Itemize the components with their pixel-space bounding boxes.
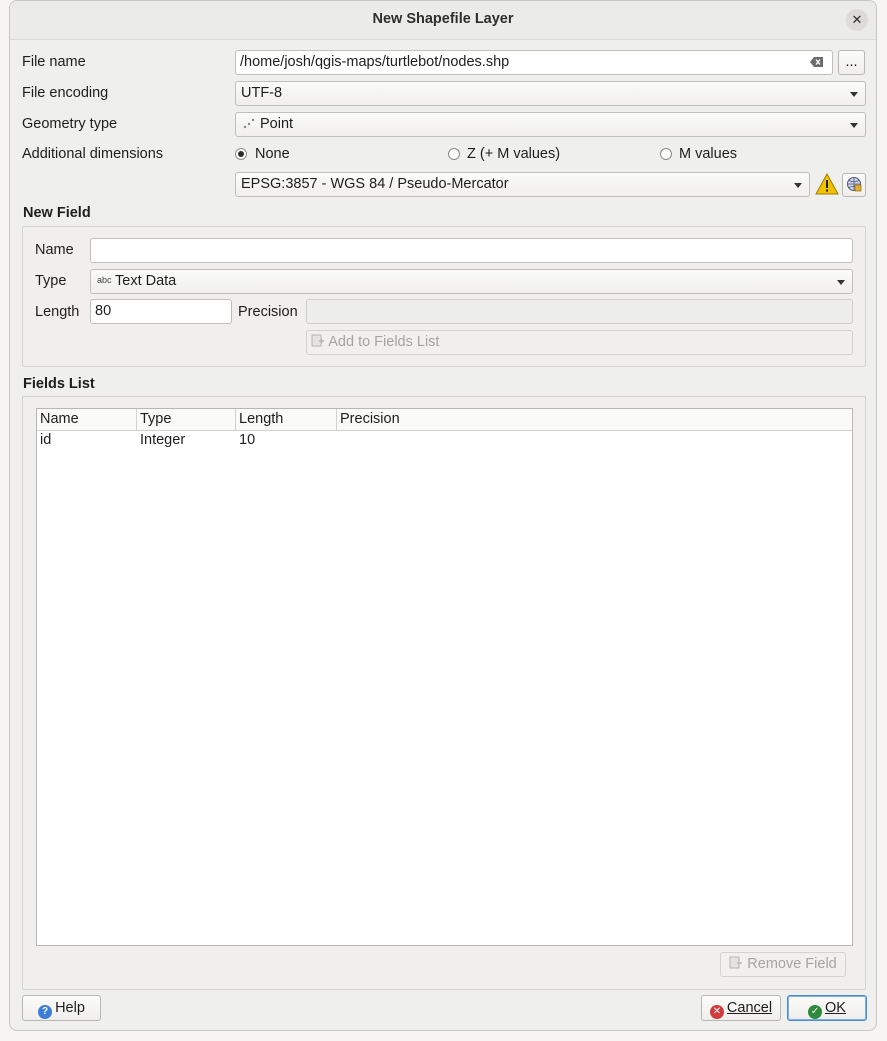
radio-icon bbox=[660, 148, 672, 160]
dimension-z-radio[interactable]: Z (+ M values) bbox=[448, 144, 608, 164]
crs-value: EPSG:3857 - WGS 84 / Pseudo-Mercator bbox=[241, 176, 509, 192]
cancel-button[interactable]: ✕ Cancel bbox=[701, 995, 781, 1021]
field-type-select[interactable]: abc Text Data bbox=[90, 269, 853, 294]
remove-field-label: Remove Field bbox=[747, 956, 837, 972]
title-bar: New Shapefile Layer ✕ bbox=[10, 1, 876, 40]
radio-selected-icon bbox=[235, 148, 247, 160]
ok-label: OK bbox=[825, 1000, 846, 1016]
file-encoding-label: File encoding bbox=[22, 85, 109, 101]
field-length-label: Length bbox=[35, 304, 80, 320]
column-header-precision[interactable]: Precision bbox=[337, 409, 852, 430]
dimension-none-label: None bbox=[255, 146, 290, 162]
dialog-title: New Shapefile Layer bbox=[372, 11, 514, 27]
cell-precision bbox=[337, 431, 340, 450]
file-name-label: File name bbox=[22, 54, 86, 70]
field-length-input[interactable]: 80 bbox=[90, 299, 232, 324]
browse-button[interactable]: ... bbox=[838, 50, 865, 75]
new-field-title: New Field bbox=[23, 205, 91, 221]
dimension-none-radio[interactable]: None bbox=[235, 144, 355, 164]
close-button[interactable]: ✕ bbox=[846, 9, 868, 31]
file-encoding-select[interactable]: UTF-8 bbox=[235, 81, 866, 106]
table-row[interactable]: id Integer 10 bbox=[37, 431, 852, 450]
geometry-type-label: Geometry type bbox=[22, 116, 118, 132]
text-type-icon: abc bbox=[97, 275, 112, 285]
chevron-down-icon bbox=[850, 92, 858, 97]
file-name-value: /home/josh/qgis-maps/turtlebot/nodes.shp bbox=[240, 54, 510, 70]
additional-dimensions-label: Additional dimensions bbox=[22, 146, 164, 162]
file-encoding-value: UTF-8 bbox=[241, 85, 283, 101]
globe-icon bbox=[846, 177, 862, 193]
help-icon: ? bbox=[38, 1005, 53, 1019]
field-name-label: Name bbox=[35, 242, 74, 258]
help-label: Help bbox=[55, 1000, 85, 1016]
checkmark-icon: ✓ bbox=[808, 1005, 823, 1019]
dimension-m-radio[interactable]: M values bbox=[660, 144, 780, 164]
column-header-length[interactable]: Length bbox=[236, 409, 337, 430]
column-header-name[interactable]: Name bbox=[37, 409, 137, 430]
cancel-label: Cancel bbox=[726, 1000, 773, 1016]
cell-name: id bbox=[40, 432, 52, 448]
geometry-type-value: Point bbox=[260, 116, 294, 132]
remove-field-icon bbox=[729, 956, 747, 972]
fields-list-title: Fields List bbox=[23, 376, 95, 392]
dimension-m-label: M values bbox=[679, 146, 738, 162]
remove-field-button[interactable]: Remove Field bbox=[720, 952, 846, 977]
field-precision-input[interactable] bbox=[306, 299, 853, 324]
clear-text-icon[interactable] bbox=[810, 56, 824, 72]
point-geometry-icon bbox=[242, 118, 256, 134]
help-button[interactable]: ? Help bbox=[22, 995, 101, 1021]
chevron-down-icon bbox=[837, 280, 845, 285]
cell-length: 10 bbox=[239, 432, 256, 448]
file-name-input[interactable]: /home/josh/qgis-maps/turtlebot/nodes.shp bbox=[235, 50, 833, 75]
field-type-label: Type bbox=[35, 273, 67, 289]
cancel-icon: ✕ bbox=[709, 1005, 724, 1019]
warning-icon bbox=[815, 172, 839, 199]
new-field-group: Name Type abc Text Data Length 80 Precis… bbox=[22, 226, 866, 367]
add-to-fields-list-button[interactable]: Add to Fields List bbox=[306, 330, 853, 355]
dimension-z-label: Z (+ M values) bbox=[467, 146, 561, 162]
radio-icon bbox=[448, 148, 460, 160]
column-header-type[interactable]: Type bbox=[137, 409, 236, 430]
field-precision-label: Precision bbox=[238, 304, 298, 320]
close-icon: ✕ bbox=[851, 12, 863, 27]
crs-selector-button[interactable] bbox=[842, 173, 866, 197]
chevron-down-icon bbox=[794, 183, 802, 188]
field-name-input[interactable] bbox=[90, 238, 853, 263]
new-shapefile-layer-dialog: New Shapefile Layer ✕ File name /home/jo… bbox=[9, 0, 877, 1031]
geometry-type-select[interactable]: Point bbox=[235, 112, 866, 137]
chevron-down-icon bbox=[850, 123, 858, 128]
crs-select[interactable]: EPSG:3857 - WGS 84 / Pseudo-Mercator bbox=[235, 172, 810, 197]
cell-type: Integer bbox=[140, 432, 186, 448]
fields-table[interactable]: Name Type Length Precision id Integer 10 bbox=[36, 408, 853, 946]
add-field-icon bbox=[311, 334, 328, 350]
field-length-value: 80 bbox=[95, 303, 112, 319]
add-to-fields-list-label: Add to Fields List bbox=[328, 334, 440, 350]
field-type-value: Text Data bbox=[115, 273, 177, 289]
fields-list-group: Name Type Length Precision id Integer 10… bbox=[22, 396, 866, 990]
ok-button[interactable]: ✓ OK bbox=[787, 995, 867, 1021]
